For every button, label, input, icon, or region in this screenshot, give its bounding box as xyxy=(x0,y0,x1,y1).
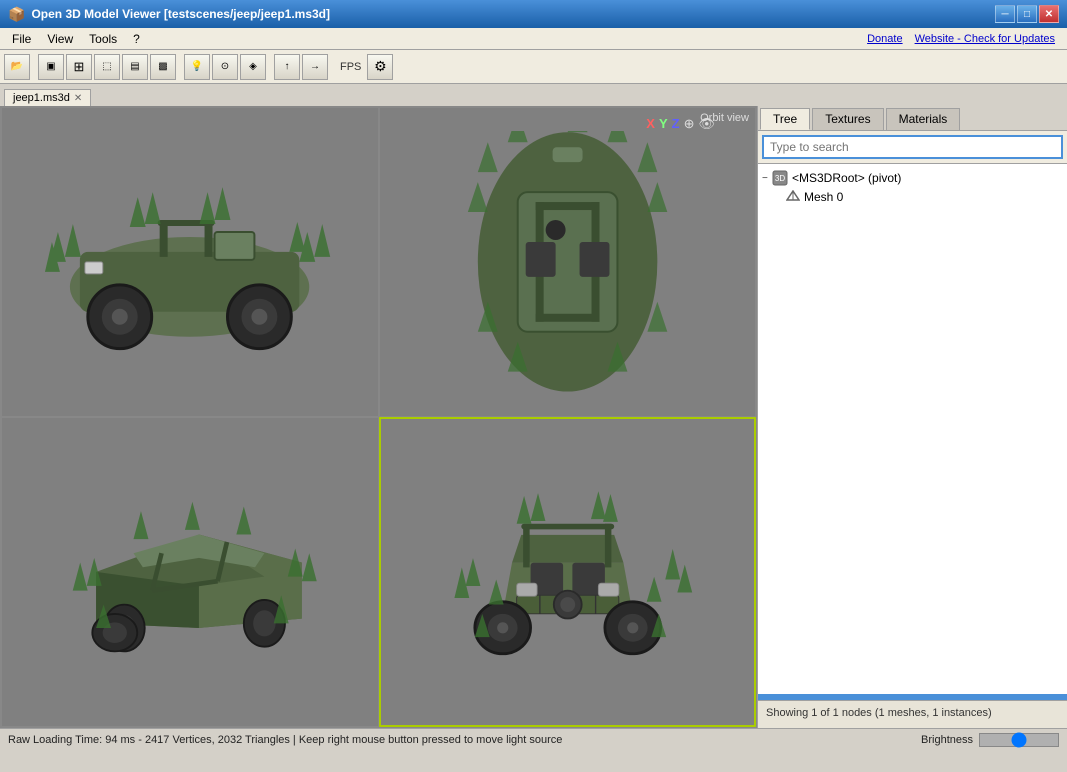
status-text: Raw Loading Time: 94 ms - 2417 Vertices,… xyxy=(8,734,562,746)
search-container xyxy=(758,131,1067,164)
flat-button[interactable]: ▤ xyxy=(122,54,148,80)
menu-bar: File View Tools ? Donate Website - Check… xyxy=(0,28,1067,50)
light-button[interactable]: 💡 xyxy=(184,54,210,80)
tree-view: − 3D <MS3DRoot> (pivot) xyxy=(758,164,1067,694)
single-view-button[interactable]: ▣ xyxy=(38,54,64,80)
status-bar: Raw Loading Time: 94 ms - 2417 Vertices,… xyxy=(0,728,1067,750)
minimize-button[interactable]: ─ xyxy=(995,5,1015,23)
menu-file[interactable]: File xyxy=(4,30,39,48)
tab-close-icon[interactable]: ✕ xyxy=(74,93,82,104)
window-title: Open 3D Model Viewer [testscenes/jeep/je… xyxy=(31,7,993,21)
bones-button[interactable]: ◈ xyxy=(240,54,266,80)
panel-tabs: Tree Textures Materials xyxy=(758,106,1067,131)
viewport-bottom-left[interactable] xyxy=(1,417,379,727)
right-panel: Tree Textures Materials − 3D <MS3DRoot> … xyxy=(757,106,1067,728)
mesh-node-icon xyxy=(786,190,800,204)
wireframe-button[interactable]: ⬚ xyxy=(94,54,120,80)
menu-help[interactable]: ? xyxy=(125,30,148,48)
tangents-button[interactable]: → xyxy=(302,54,328,80)
main-content: X Y Z ⊕ 👁 Orbit view xyxy=(0,106,1067,728)
website-link[interactable]: Website - Check for Updates xyxy=(915,33,1055,45)
settings-button[interactable]: ⚙ xyxy=(367,54,393,80)
search-input[interactable] xyxy=(762,135,1063,159)
tab-materials[interactable]: Materials xyxy=(886,108,961,130)
textured-button[interactable]: ▩ xyxy=(150,54,176,80)
camera-button[interactable]: ⊙ xyxy=(212,54,238,80)
normals-button[interactable]: ↑ xyxy=(274,54,300,80)
app-icon: 📦 xyxy=(8,6,25,23)
svg-text:3D: 3D xyxy=(775,174,785,183)
tab-tree[interactable]: Tree xyxy=(760,108,810,130)
root-node-icon: 3D xyxy=(772,170,788,186)
tree-child-mesh0[interactable]: Mesh 0 xyxy=(758,188,1067,206)
tree-root-item[interactable]: − 3D <MS3DRoot> (pivot) xyxy=(758,168,1067,188)
title-bar: 📦 Open 3D Model Viewer [testscenes/jeep/… xyxy=(0,0,1067,28)
menu-tools[interactable]: Tools xyxy=(81,30,125,48)
fps-label: FPS xyxy=(336,61,365,73)
close-button[interactable]: ✕ xyxy=(1039,5,1059,23)
brightness-label: Brightness xyxy=(921,734,973,746)
tab-jeep1[interactable]: jeep1.ms3d ✕ xyxy=(4,89,91,106)
tree-mesh-label: Mesh 0 xyxy=(804,190,843,204)
toolbar: 📂 ▣ ⊞ ⬚ ▤ ▩ 💡 ⊙ ◈ ↑ → FPS ⚙ xyxy=(0,50,1067,84)
panel-status: Showing 1 of 1 nodes (1 meshes, 1 instan… xyxy=(758,700,1067,728)
maximize-button[interactable]: □ xyxy=(1017,5,1037,23)
tab-textures[interactable]: Textures xyxy=(812,108,883,130)
quad-view-button[interactable]: ⊞ xyxy=(66,54,92,80)
menu-view[interactable]: View xyxy=(39,30,81,48)
viewport-bottom-right[interactable] xyxy=(379,417,757,727)
tab-label: jeep1.ms3d xyxy=(13,92,70,104)
donate-link[interactable]: Donate xyxy=(867,33,902,45)
viewport-top-left[interactable] xyxy=(1,107,379,417)
brightness-control: Brightness xyxy=(921,733,1059,747)
brightness-slider[interactable] xyxy=(979,733,1059,747)
tab-bar: jeep1.ms3d ✕ xyxy=(0,84,1067,106)
expand-icon: − xyxy=(762,173,772,184)
open-button[interactable]: 📂 xyxy=(4,54,30,80)
viewport-top-right[interactable]: X Y Z ⊕ 👁 Orbit view xyxy=(379,107,757,417)
tree-root-label: <MS3DRoot> (pivot) xyxy=(792,171,901,185)
panel-status-text: Showing 1 of 1 nodes (1 meshes, 1 instan… xyxy=(766,707,992,719)
viewport-area: X Y Z ⊕ 👁 Orbit view xyxy=(0,106,757,728)
